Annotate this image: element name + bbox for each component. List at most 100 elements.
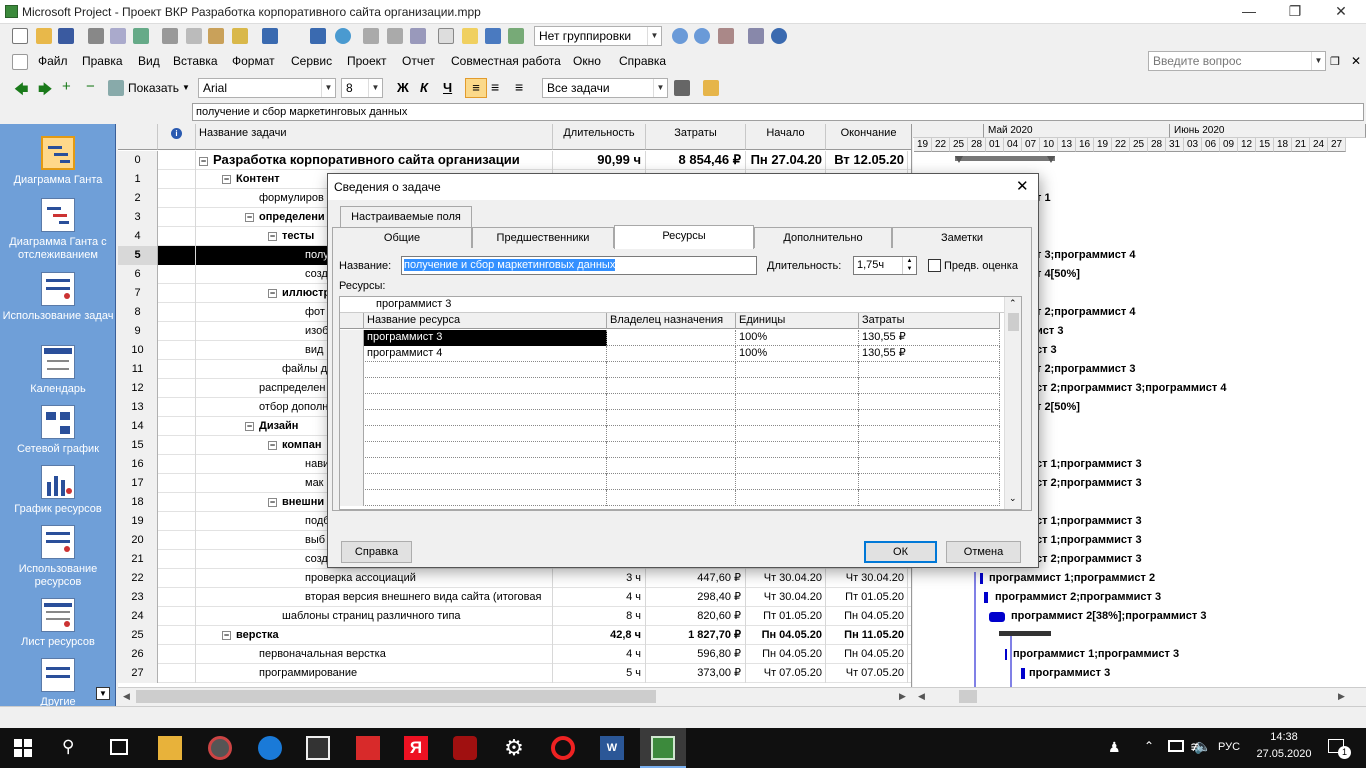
row-selector[interactable] [340, 426, 364, 442]
row-id[interactable]: 7 [118, 284, 158, 303]
row-duration[interactable]: 4 ч [553, 645, 646, 664]
goto-task-icon[interactable] [718, 28, 734, 44]
table-row[interactable]: 22 проверка ассоциаций 3 ч 447,60 ₽ Чт 30.04… [118, 569, 911, 588]
estimate-checkbox[interactable] [928, 259, 941, 272]
menu-help[interactable]: Справка [619, 54, 666, 68]
row-id[interactable]: 27 [118, 664, 158, 683]
row-id[interactable]: 17 [118, 474, 158, 493]
view-resource-graph[interactable]: График ресурсов [0, 465, 115, 516]
resource-grid-row[interactable] [340, 362, 1000, 378]
scroll-right-icon[interactable]: ▶ [1333, 688, 1350, 704]
bold-button[interactable]: Ж [397, 80, 409, 95]
cancel-button[interactable]: Отмена [946, 541, 1021, 563]
chevron-down-icon[interactable]: ▼ [368, 79, 382, 97]
windows-start-icon[interactable] [14, 739, 32, 757]
maximize-button[interactable]: ❐ [1272, 0, 1318, 24]
row-selector[interactable] [340, 490, 364, 506]
row-finish[interactable]: Пт 01.05.20 [826, 588, 908, 607]
row-duration[interactable]: 5 ч [553, 664, 646, 683]
collapse-toggle-icon[interactable]: − [222, 175, 231, 184]
arrow-right-icon[interactable]: 🡆 [38, 79, 52, 103]
scroll-down-icon[interactable]: ⌄ [1009, 493, 1017, 504]
row-id[interactable]: 23 [118, 588, 158, 607]
tab-advanced[interactable]: Дополнительно [754, 227, 892, 249]
row-id[interactable]: 4 [118, 227, 158, 246]
arrow-left-icon[interactable]: 🡄 [14, 79, 28, 103]
row-id[interactable]: 8 [118, 303, 158, 322]
row-id[interactable]: 11 [118, 360, 158, 379]
font-dropdown[interactable]: Arial ▼ [198, 78, 336, 98]
row-selector[interactable] [340, 442, 364, 458]
open-folder-icon[interactable] [36, 28, 52, 44]
owner-cell[interactable] [607, 442, 736, 458]
table-row[interactable]: 23 вторая версия внешнего вида сайта (ито… [118, 588, 911, 607]
units-cell[interactable] [736, 442, 859, 458]
resource-grid-row[interactable] [340, 378, 1000, 394]
paste-icon[interactable] [208, 28, 224, 44]
owner-cell[interactable] [607, 378, 736, 394]
scroll-thumb[interactable] [959, 690, 977, 703]
header-task-name[interactable]: Название задачи [196, 124, 553, 150]
units-cell[interactable] [736, 394, 859, 410]
collapse-toggle-icon[interactable]: − [268, 498, 277, 507]
task-name-input[interactable]: получение и сбор маркетинговых данных [401, 256, 757, 275]
view-network-diagram[interactable]: Сетевой график [0, 405, 115, 456]
cost-cell[interactable] [859, 410, 1000, 426]
zoom-in-icon[interactable] [672, 28, 688, 44]
row-task-name[interactable]: программирование [196, 664, 553, 683]
resource-name-cell[interactable] [364, 394, 607, 410]
italic-button[interactable]: К [420, 80, 428, 95]
row-id[interactable]: 20 [118, 531, 158, 550]
battery-icon[interactable] [1168, 740, 1184, 752]
grid-edit-bar[interactable]: программист 3 [340, 297, 1010, 313]
row-id[interactable]: 9 [118, 322, 158, 341]
menu-format[interactable]: Формат [232, 54, 275, 68]
row-id[interactable]: 16 [118, 455, 158, 474]
ok-button[interactable]: ОК [864, 541, 937, 563]
row-id[interactable]: 15 [118, 436, 158, 455]
row-selector[interactable] [340, 474, 364, 490]
resource-grid-row[interactable] [340, 458, 1000, 474]
menu-view[interactable]: Вид [138, 54, 160, 68]
menu-tools[interactable]: Сервис [291, 54, 332, 68]
print-preview-icon[interactable] [110, 28, 126, 44]
align-right-button[interactable]: ≡ [515, 79, 523, 95]
row-id[interactable]: 22 [118, 569, 158, 588]
resource-grid-row[interactable] [340, 442, 1000, 458]
cost-cell[interactable] [859, 474, 1000, 490]
row-id[interactable]: 21 [118, 550, 158, 569]
row-task-name[interactable]: проверка ассоциаций [196, 569, 553, 588]
owner-cell[interactable] [607, 474, 736, 490]
menu-window[interactable]: Окно [573, 54, 601, 68]
table-row[interactable]: 25− верстка 42,8 ч1 827,70 ₽ Пн 04.05.20 Пн … [118, 626, 911, 645]
table-row[interactable]: 0 − Разработка корпоративного сайта органи… [118, 151, 911, 170]
hyperlink-icon[interactable] [335, 28, 351, 44]
chevron-down-icon[interactable]: ▼ [653, 79, 667, 97]
spin-up-icon[interactable]: ▲ [902, 257, 916, 265]
row-selector[interactable] [340, 346, 364, 362]
cost-cell[interactable] [859, 442, 1000, 458]
indicators-header[interactable]: i [158, 124, 196, 150]
align-left-button[interactable]: ≡ [465, 78, 487, 98]
cost-cell[interactable] [859, 426, 1000, 442]
view-resource-usage[interactable]: Использование ресурсов [0, 525, 115, 589]
resource-name-cell[interactable] [364, 474, 607, 490]
grid-vertical-scrollbar[interactable]: ⌃ ⌄ [1004, 297, 1021, 509]
link-tasks-icon[interactable] [363, 28, 379, 44]
resource-grid-row[interactable] [340, 410, 1000, 426]
row-task-name[interactable]: шаблоны страниц различного типа [196, 607, 553, 626]
tab-general[interactable]: Общие [332, 227, 472, 249]
row-cost[interactable]: 1 827,70 ₽ [646, 626, 746, 645]
chevron-down-icon[interactable]: ▼ [647, 27, 661, 45]
owner-cell[interactable] [607, 426, 736, 442]
row-cost[interactable]: 373,00 ₽ [646, 664, 746, 683]
cost-cell[interactable] [859, 362, 1000, 378]
row-finish[interactable]: Вт 12.05.20 [826, 151, 908, 170]
row-id[interactable]: 0 [118, 151, 158, 170]
input-language[interactable]: РУС [1218, 741, 1240, 753]
tab-resources[interactable]: Ресурсы [614, 225, 754, 249]
resource-grid-row[interactable] [340, 474, 1000, 490]
view-resource-sheet[interactable]: Лист ресурсов [0, 598, 115, 649]
row-id[interactable]: 5 [118, 246, 158, 265]
row-selector[interactable] [340, 362, 364, 378]
